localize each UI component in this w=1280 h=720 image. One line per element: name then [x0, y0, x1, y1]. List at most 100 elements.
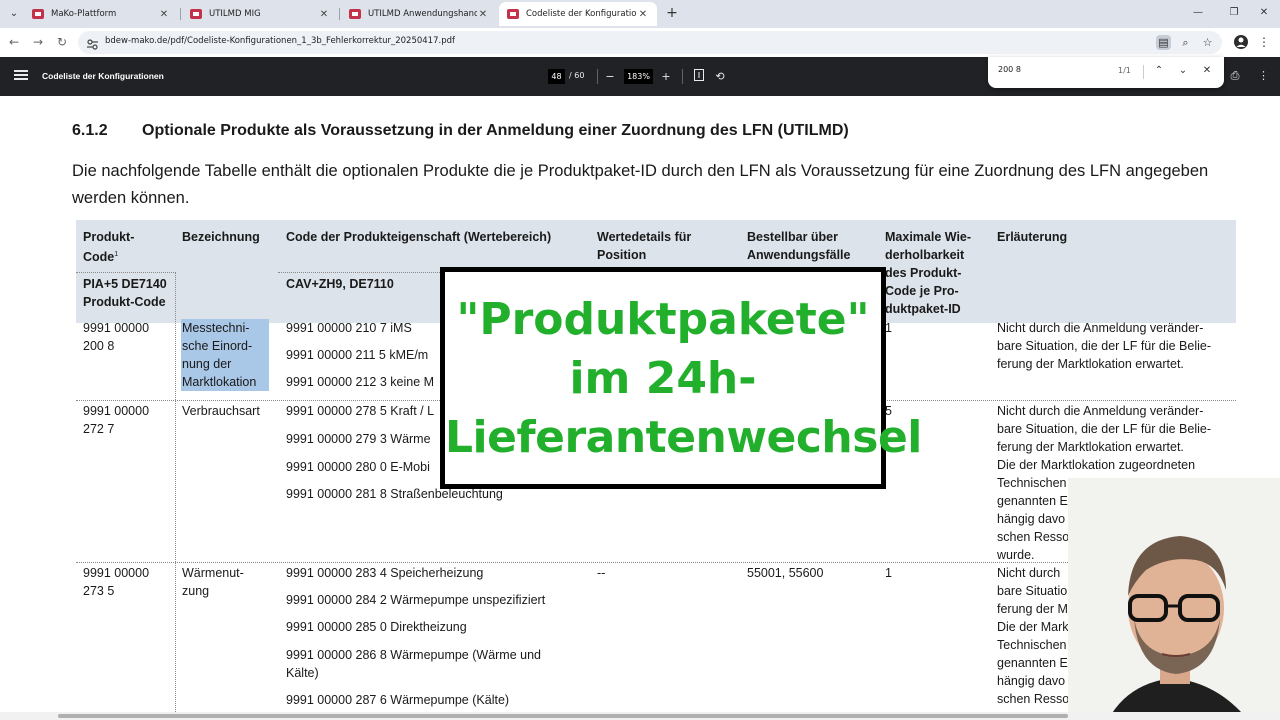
- row3-bezeichnung: Wärmenut- zung: [182, 566, 244, 598]
- header-code-eigenschaft: Code der Produkteigenschaft (Wertebereic…: [286, 230, 552, 244]
- new-tab-button[interactable]: +: [664, 5, 680, 21]
- find-result-count: 1/1: [1118, 66, 1131, 75]
- row1-produkt-code: 9991 00000 200 8: [83, 321, 150, 353]
- tab-mako-plattform[interactable]: MaKo-Plattform ✕: [24, 2, 178, 26]
- bdew-favicon-icon: [507, 8, 519, 20]
- print-icon[interactable]: ⎙: [1228, 69, 1242, 83]
- url-text[interactable]: bdew-mako.de/pdf/Codeliste-Konfiguration…: [105, 36, 455, 46]
- tab-title: UTILMD Anwendungshandbuch: [368, 9, 477, 19]
- row3-wertedetails: --: [597, 566, 606, 580]
- bdew-favicon-icon: [349, 8, 361, 20]
- browser-toolbar: ← → ↻ bdew-mako.de/pdf/Codeliste-Konfigu…: [0, 28, 1280, 57]
- tab-search-icon[interactable]: ⌄: [6, 6, 22, 22]
- header-produkt-code: Produkt- Code1: [83, 230, 135, 265]
- header-code-eigenschaft-sub: CAV+ZH9, DE7110: [286, 277, 394, 291]
- row3-eigenschaft-4: 9991 00000 286 8 Wärmepumpe (Wärme und K…: [286, 648, 542, 680]
- tab-title: Codeliste der Konfigurationen: [526, 9, 637, 19]
- close-icon[interactable]: ✕: [158, 9, 170, 20]
- row3-max: 1: [885, 566, 892, 580]
- row2-eigenschaft-3: 9991 00000 280 0 E-Mobi: [286, 460, 430, 474]
- overlay-line-1: "Produktpakete": [456, 294, 870, 345]
- close-icon[interactable]: ✕: [318, 9, 330, 20]
- minimize-icon[interactable]: —: [1186, 4, 1210, 22]
- header-maximale-wiederholbarkeit: Maximale Wie- derholbarkeit des Produkt-…: [885, 230, 972, 316]
- zoom-input[interactable]: 183%: [624, 69, 653, 84]
- document-icon[interactable]: ▤: [1156, 35, 1171, 50]
- tab-title: UTILMD MIG: [209, 9, 261, 19]
- find-input[interactable]: [998, 65, 1098, 74]
- row2-eigenschaft-2: 9991 00000 279 3 Wärme: [286, 432, 431, 446]
- address-bar[interactable]: bdew-mako.de/pdf/Codeliste-Konfiguration…: [78, 31, 1222, 54]
- page-total: / 60: [569, 71, 585, 80]
- row3-bestellbar: 55001, 55600: [747, 566, 824, 580]
- tab-title: MaKo-Plattform: [51, 9, 117, 19]
- close-icon[interactable]: ✕: [477, 9, 489, 20]
- fit-page-icon[interactable]: [692, 69, 706, 84]
- window-close-icon[interactable]: ✕: [1252, 4, 1276, 22]
- more-options-icon[interactable]: ⋮: [1258, 69, 1269, 83]
- header-divider: [278, 272, 442, 273]
- bdew-favicon-icon: [32, 8, 44, 20]
- forward-arrow-icon[interactable]: →: [30, 34, 46, 50]
- header-bezeichnung: Bezeichnung: [182, 230, 260, 244]
- site-info-icon[interactable]: [86, 36, 99, 50]
- row1-eigenschaft-1: 9991 00000 210 7 iMS: [286, 321, 412, 335]
- tab-utilmd-anwendungshandbuch[interactable]: UTILMD Anwendungshandbuch ✕: [341, 2, 497, 26]
- find-next-icon[interactable]: ⌄: [1176, 64, 1190, 78]
- row1-max: 1: [885, 321, 892, 335]
- tab-strip: ⌄ MaKo-Plattform ✕ UTILMD MIG ✕ UTILMD A…: [0, 0, 1280, 28]
- scrollbar-thumb[interactable]: [58, 714, 1068, 718]
- row2-produkt-code: 9991 00000 272 7: [83, 404, 150, 436]
- header-divider: [76, 272, 176, 273]
- reload-icon[interactable]: ↻: [54, 34, 70, 50]
- tab-divider: [180, 8, 181, 20]
- zoom-in-icon[interactable]: +: [659, 69, 673, 84]
- row1-eigenschaft-3: 9991 00000 212 3 keine M: [286, 375, 435, 389]
- find-previous-icon[interactable]: ⌃: [1152, 64, 1166, 78]
- tab-utilmd-mig[interactable]: UTILMD MIG ✕: [182, 2, 338, 26]
- rotate-icon[interactable]: ⟲: [713, 69, 727, 84]
- find-divider: [1143, 65, 1144, 79]
- intro-paragraph: Die nachfolgende Tabelle enthält die opt…: [72, 162, 1209, 207]
- row3-eigenschaft-2: 9991 00000 284 2 Wärmepumpe unspezifizie…: [286, 593, 546, 607]
- toolbar-divider: [597, 69, 598, 84]
- row1-erlaeuterung: Nicht durch die Anmeldung veränder- bare…: [997, 321, 1212, 371]
- restore-icon[interactable]: ❐: [1222, 4, 1246, 22]
- sidebar-menu-icon[interactable]: [14, 70, 28, 82]
- row3-eigenschaft-3: 9991 00000 285 0 Direktheizung: [286, 620, 467, 634]
- row1-eigenschaft-2: 9991 00000 211 5 kME/m: [286, 348, 429, 362]
- pdf-title: Codeliste der Konfigurationen: [42, 71, 164, 81]
- header-bestellbar: Bestellbar über Anwendungsfälle: [747, 230, 851, 262]
- row3-produkt-code: 9991 00000 273 5: [83, 566, 150, 598]
- tab-divider: [339, 8, 340, 20]
- horizontal-scrollbar[interactable]: [0, 712, 1280, 720]
- row3-eigenschaft-1: 9991 00000 283 4 Speicherheizung: [286, 566, 484, 580]
- bookmark-star-icon[interactable]: ☆: [1200, 35, 1215, 50]
- zoom-out-icon[interactable]: −: [603, 69, 617, 84]
- overlay-line-2: im 24h-: [569, 353, 757, 404]
- row2-eigenschaft-1: 9991 00000 278 5 Kraft / L: [286, 404, 435, 418]
- row2-bezeichnung: Verbrauchsart: [182, 404, 260, 418]
- profile-avatar-icon[interactable]: [1233, 34, 1249, 50]
- section-title: Optionale Produkte als Voraussetzung in …: [142, 122, 849, 139]
- zoom-icon[interactable]: ⌕: [1178, 35, 1193, 50]
- page-number-input[interactable]: 48: [548, 69, 565, 84]
- back-arrow-icon[interactable]: ←: [6, 34, 22, 50]
- close-icon[interactable]: ✕: [637, 9, 649, 20]
- row-divider: [76, 562, 1236, 563]
- overlay-line-3: Lieferantenwechsel: [445, 412, 922, 463]
- webcam-presenter: [1068, 478, 1280, 720]
- row3-erlaeuterung: Nicht durch bare Situatio ferung der M D…: [997, 566, 1070, 706]
- find-close-icon[interactable]: ✕: [1200, 64, 1214, 78]
- column-divider: [175, 272, 176, 712]
- tab-codeliste-konfigurationen[interactable]: Codeliste der Konfigurationen ✕: [499, 2, 657, 26]
- header-erlaeuterung: Erläuterung: [997, 230, 1068, 244]
- row3-eigenschaft-5: 9991 00000 287 6 Wärmepumpe (Kälte): [286, 693, 510, 707]
- row1-bezeichnung-highlighted[interactable]: Messtechni- sche Einord- nung der Marktl…: [181, 319, 269, 391]
- video-title-overlay: "Produktpakete" im 24h- Lieferantenwechs…: [440, 267, 922, 489]
- find-bar: 1/1 ⌃ ⌄ ✕: [988, 57, 1224, 88]
- toolbar-divider: [682, 69, 683, 84]
- browser-menu-icon[interactable]: ⋮: [1256, 34, 1272, 50]
- header-wertedetails: Wertedetails für Position: [597, 230, 692, 262]
- section-number: 6.1.2: [72, 122, 108, 139]
